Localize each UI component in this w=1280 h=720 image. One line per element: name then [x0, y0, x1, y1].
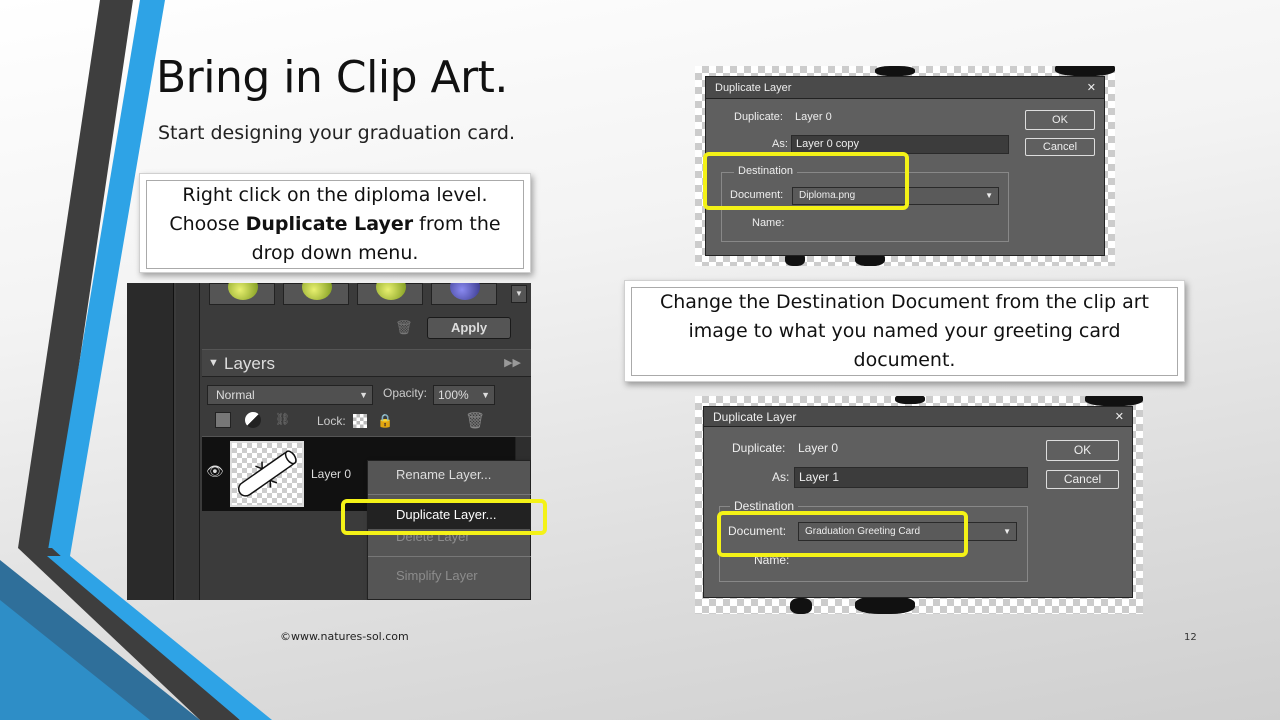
duplicate-value: Layer 0 [795, 111, 832, 123]
layer-tool-icons: ⛓ [215, 411, 305, 431]
opacity-value: 100% [438, 388, 469, 402]
new-layer-icon[interactable] [215, 411, 231, 428]
lock-icon[interactable]: 🔒 [377, 413, 393, 428]
delete-layer-icon[interactable]: 🗑 [465, 411, 485, 431]
menu-item-rename-layer[interactable]: Rename Layer... [368, 461, 531, 489]
instruction-callout-destination: Change the Destination Document from the… [624, 280, 1185, 382]
layer-thumbnail [230, 441, 304, 507]
duplicate-label: Duplicate: [732, 441, 786, 455]
callout-line: drop down menu. [251, 242, 419, 264]
slide-number: 12 [1184, 632, 1197, 643]
slide-title: Bring in Clip Art. [156, 52, 508, 103]
adjustment-layer-icon[interactable] [245, 411, 261, 428]
close-icon[interactable]: ✕ [1115, 407, 1124, 427]
footer-copyright: ©www.natures-sol.com [280, 630, 409, 643]
cancel-button[interactable]: Cancel [1046, 470, 1119, 489]
chevron-down-icon[interactable]: ▼ [511, 285, 527, 303]
apply-button[interactable]: Apply [427, 317, 511, 339]
instruction-callout-right-click: Right click on the diploma level. Choose… [139, 173, 531, 273]
name-label: Name: [752, 217, 785, 229]
duplicate-layer-dialog: Duplicate Layer ✕ Duplicate: Layer 0 As: … [703, 406, 1133, 598]
menu-item-simplify-layer[interactable]: Simplify Layer [368, 562, 531, 590]
duplicate-label: Duplicate: [734, 111, 783, 123]
dialog-titlebar: Duplicate Layer ✕ [706, 77, 1104, 99]
panel-menu-icon[interactable]: ▶▶ [504, 356, 521, 369]
highlight-document-field [703, 152, 909, 210]
menu-divider [368, 556, 531, 557]
diploma-icon [237, 450, 297, 497]
layer-name: Layer 0 [311, 467, 352, 481]
chevron-down-icon: ▼ [1003, 527, 1011, 536]
dialog-title: Duplicate Layer [715, 82, 792, 94]
ok-button[interactable]: OK [1025, 110, 1095, 130]
collapse-triangle-icon[interactable]: ▼ [208, 357, 219, 369]
layers-panel-title: Layers [224, 354, 276, 373]
opacity-label: Opacity: [383, 386, 428, 400]
cancel-button[interactable]: Cancel [1025, 138, 1095, 156]
chevron-down-icon: ▼ [985, 191, 993, 200]
panel-dock-strip [127, 283, 174, 600]
effect-thumbnail[interactable] [283, 283, 349, 305]
layers-panel-header[interactable]: ▼ Layers ▶▶ [202, 349, 531, 377]
link-icon[interactable]: ⛓ [275, 412, 291, 428]
duplicate-value: Layer 0 [798, 441, 839, 455]
as-label: As: [772, 138, 788, 150]
chevron-down-icon: ▼ [359, 390, 368, 400]
effect-thumbnail[interactable] [357, 283, 423, 305]
as-input[interactable]: Layer 1 [794, 467, 1028, 488]
trash-icon[interactable]: 🗑 [395, 319, 413, 335]
effect-thumbnail[interactable] [209, 283, 275, 305]
highlight-duplicate-layer [341, 499, 547, 535]
callout-line: Right click on the diploma level. [182, 184, 488, 206]
as-label: As: [772, 470, 790, 484]
opacity-select[interactable]: 100% ▼ [433, 385, 495, 405]
highlight-document-field [717, 511, 968, 557]
callout-bold-text: Duplicate Layer [245, 213, 414, 235]
effect-thumbnail[interactable] [431, 283, 497, 305]
visibility-eye-icon[interactable]: 👁 [206, 463, 224, 480]
panel-dock-strip [176, 283, 200, 600]
dialog-titlebar: Duplicate Layer ✕ [704, 407, 1132, 427]
menu-divider [368, 494, 531, 495]
effect-thumbnails [209, 283, 509, 305]
callout-text: from the [413, 213, 501, 235]
close-icon[interactable]: ✕ [1087, 77, 1096, 99]
blend-mode-select[interactable]: Normal ▼ [207, 385, 373, 405]
callout-text: Change the Destination Document from the… [659, 291, 1150, 371]
dialog-screenshot-2: Duplicate Layer ✕ Duplicate: Layer 0 As: … [695, 396, 1143, 614]
blend-mode-value: Normal [216, 388, 255, 402]
lock-transparency-icon[interactable] [353, 414, 367, 428]
lock-label: Lock: [317, 414, 346, 428]
dialog-title: Duplicate Layer [713, 410, 797, 424]
layers-panel-screenshot: ▼ 🗑 Apply ▼ Layers ▶▶ Normal ▼ Opacity: 1… [127, 283, 531, 600]
chevron-down-icon: ▼ [481, 390, 490, 400]
callout-text: Choose [169, 213, 246, 235]
slide-subtitle: Start designing your graduation card. [158, 122, 516, 144]
ok-button[interactable]: OK [1046, 440, 1119, 461]
